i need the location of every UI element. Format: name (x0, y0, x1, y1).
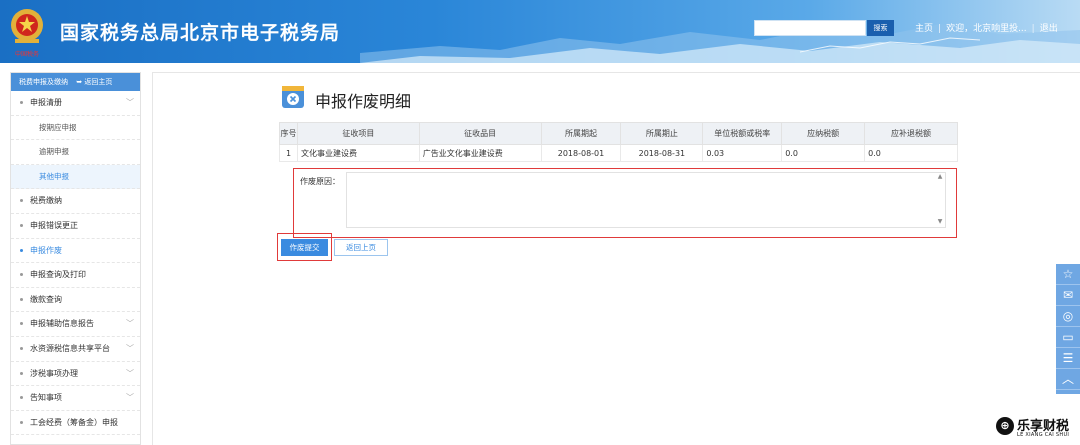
sidebar-subitem-overdue[interactable]: 逾期申报 (11, 140, 140, 165)
sidebar-item-label: 按期应申报 (39, 122, 77, 132)
sidebar-item-label: 缴款查询 (30, 294, 62, 304)
watermark: ⊕ 乐享财税 LE XIANG CAI SHUI (996, 415, 1080, 441)
chevron-down-icon: ﹀ (126, 368, 134, 378)
table-cell: 0.0 (864, 144, 958, 162)
sidebar-item-correction[interactable]: 申报错误更正 (11, 214, 140, 239)
top-header: 中国税务 国家税务总局北京市电子税务局 搜索 主页 | 欢迎，北京响里投... | 退出 (0, 0, 1080, 63)
bullet-icon (20, 371, 23, 375)
national-emblem-icon (11, 9, 43, 43)
col-header: 应补退税额 (864, 122, 958, 145)
table-cell: 0.0 (781, 144, 866, 162)
table-cell: 广告业文化事业建设费 (418, 144, 542, 162)
void-submit-button[interactable]: 作废提交 (281, 239, 328, 256)
sidebar-item-label: 申报作废 (30, 245, 62, 255)
floating-toolbar: ☆ ✉ ◎ ▭ ☰ ︿ (1056, 264, 1080, 394)
bullet-icon (20, 199, 23, 203)
bullet-icon (20, 101, 23, 104)
col-header: 所属期起 (540, 122, 622, 145)
reason-textarea[interactable] (346, 172, 946, 228)
sidebar-item-query-print[interactable]: 申报查询及打印 (11, 263, 140, 288)
sidebar-item-label: 水资源税信息共享平台 (30, 343, 110, 353)
page-title: 申报作废明细 (315, 92, 412, 111)
watermark-logo-icon: ⊕ (996, 417, 1014, 435)
void-document-icon (282, 86, 304, 108)
sidebar-item-union-fee[interactable]: 工会经费（筹备金）申报 (11, 411, 140, 436)
home-link[interactable]: 主页 (915, 21, 933, 34)
table-cell: 2018-08-31 (620, 144, 704, 162)
sidebar-item-label: 税费缴纳 (30, 196, 62, 206)
col-header: 单位税额或税率 (702, 122, 783, 145)
logout-link[interactable]: 退出 (1040, 21, 1058, 34)
table-header-row: 序号 征收项目 征收品目 所属期起 所属期止 单位税额或税率 应纳税额 应补退税… (279, 122, 958, 145)
scroll-up-icon[interactable]: ▲ (936, 173, 944, 181)
col-header: 所属期止 (620, 122, 704, 145)
sidebar-item-label: 申报清册 (30, 98, 62, 107)
divider: | (938, 24, 942, 34)
sidebar-item-label: 工会经费（筹备金）申报 (30, 417, 118, 427)
col-header: 征收品目 (418, 122, 542, 145)
emblem-subtitle: 中国税务 (14, 51, 39, 58)
back-arrow-icon: ➥ (76, 78, 83, 86)
bullet-icon (20, 248, 23, 252)
divider: | (1031, 24, 1035, 34)
search-input[interactable] (754, 20, 866, 36)
bullet-icon (20, 420, 23, 424)
sidebar-item-label: 涉税事项办理 (30, 368, 78, 378)
sidebar-item-aux-report[interactable]: 申报辅助信息报告 ﹀ (11, 312, 140, 337)
table-cell: 2018-08-01 (540, 144, 622, 162)
scroll-down-icon[interactable]: ▼ (936, 218, 944, 226)
col-header: 征收项目 (296, 122, 420, 145)
notepad-icon[interactable]: ☰ (1056, 348, 1080, 369)
site-title: 国家税务总局北京市电子税务局 (60, 22, 341, 44)
chevron-down-icon: ﹀ (126, 98, 134, 107)
table-cell: 文化事业建设费 (296, 144, 420, 162)
sidebar-item-void-declaration[interactable]: 申报作废 (11, 239, 140, 264)
sidebar-item-label: 逾期申报 (39, 147, 69, 157)
reason-label: 作废原因： (300, 177, 340, 186)
weibo-icon[interactable]: ◎ (1056, 306, 1080, 327)
sidebar-item-label: 申报辅助信息报告 (30, 319, 94, 329)
sidebar-item-notices[interactable]: 告知事项 ﹀ (11, 386, 140, 411)
bullet-icon (20, 297, 23, 301)
col-header: 序号 (279, 122, 298, 145)
back-home-link[interactable]: ➥ 返回主页 (76, 78, 112, 86)
declaration-table: 序号 征收项目 征收品目 所属期起 所属期止 单位税额或税率 应纳税额 应补退税… (279, 122, 958, 162)
chevron-down-icon: ﹀ (126, 393, 134, 403)
table-cell: 1 (279, 144, 298, 162)
sidebar-item-label: 告知事项 (30, 393, 62, 403)
back-page-button[interactable]: 返回上页 (334, 239, 388, 256)
sidebar-item-label: 其他申报 (39, 171, 69, 181)
watermark-subtext: LE XIANG CAI SHUI (1017, 432, 1070, 438)
bullet-icon (20, 273, 23, 277)
sidebar-header: 税费申报及缴纳 ➥ 返回主页 (11, 73, 140, 91)
welcome-user-link[interactable]: 欢迎，北京响里投... (946, 21, 1027, 34)
chevron-down-icon: ﹀ (126, 319, 134, 329)
chat-icon[interactable]: ✉ (1056, 285, 1080, 306)
sidebar-item-tax-matters[interactable]: 涉税事项办理 ﹀ (11, 362, 140, 387)
sidebar-subitem-periodic[interactable]: 按期应申报 (11, 116, 140, 141)
back-home-label: 返回主页 (84, 78, 113, 86)
sidebar-item-label: 申报错误更正 (30, 220, 78, 230)
top-links: 主页 | 欢迎，北京响里投... | 退出 (915, 21, 1058, 34)
bullet-icon (20, 322, 23, 326)
bullet-icon (20, 396, 23, 400)
table-cell: 0.03 (702, 144, 783, 162)
message-icon[interactable]: ▭ (1056, 327, 1080, 348)
search-button[interactable]: 搜索 (867, 20, 894, 36)
bullet-icon (20, 223, 23, 227)
table-row: 1 文化事业建设费 广告业文化事业建设费 2018-08-01 2018-08-… (279, 144, 958, 162)
col-header: 应纳税额 (781, 122, 866, 145)
sidebar: 税费申报及缴纳 ➥ 返回主页 申报清册 ﹀ 按期应申报 逾期申报 其他申报 税费缴… (10, 72, 141, 445)
bullet-icon (20, 346, 23, 350)
sidebar-item-tax-payment[interactable]: 税费缴纳 (11, 189, 140, 214)
chevron-up-icon[interactable]: ︿ (1056, 369, 1080, 390)
sidebar-title: 税费申报及缴纳 (19, 78, 68, 86)
chevron-down-icon: ﹀ (126, 343, 134, 353)
sidebar-subitem-other[interactable]: 其他申报 (11, 164, 140, 190)
sidebar-item-payment-query[interactable]: 缴款查询 (11, 288, 140, 313)
star-icon[interactable]: ☆ (1056, 264, 1080, 285)
sidebar-item-label: 申报查询及打印 (30, 270, 86, 280)
sidebar-item-water-tax[interactable]: 水资源税信息共享平台 ﹀ (11, 337, 140, 362)
sidebar-item-declaration-list[interactable]: 申报清册 ﹀ (11, 91, 140, 116)
